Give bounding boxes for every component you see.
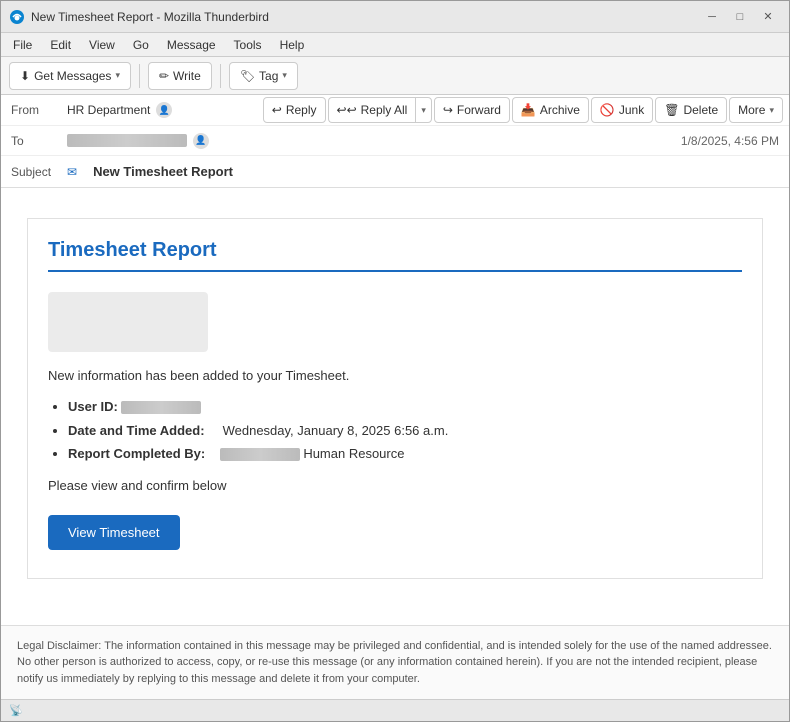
reply-all-icon: ↩↩ — [337, 103, 357, 117]
menu-tools[interactable]: Tools — [226, 36, 270, 54]
report-title: Timesheet Report — [48, 239, 742, 272]
toolbar-separator-2 — [220, 64, 221, 88]
date-time-label: Date and Time Added: — [68, 423, 205, 438]
from-value: HR Department — [67, 103, 150, 117]
delete-icon: 🗑 — [664, 103, 679, 117]
to-value-redacted — [67, 134, 187, 147]
write-icon: ✏ — [159, 69, 169, 83]
email-timestamp: 1/8/2025, 4:56 PM — [681, 134, 789, 148]
reply-label: Reply — [286, 103, 317, 117]
email-icon: ✉ — [67, 165, 77, 179]
menu-go[interactable]: Go — [125, 36, 157, 54]
user-id-item: User ID: — [68, 397, 742, 417]
minimize-button[interactable]: ─ — [699, 7, 725, 27]
confirm-text: Please view and confirm below — [48, 478, 742, 493]
delete-label: Delete — [683, 103, 718, 117]
more-label: More — [738, 103, 765, 117]
reply-all-group: ↩↩ Reply All ▾ — [328, 97, 432, 123]
reply-icon: ↩ — [272, 103, 282, 117]
archive-icon: 📥 — [521, 103, 536, 117]
reply-all-dropdown[interactable]: ▾ — [415, 97, 432, 123]
completed-by-name-redacted — [220, 448, 300, 461]
get-messages-button[interactable]: ⬇ Get Messages ▾ — [9, 62, 131, 90]
junk-icon: 🚫 — [600, 103, 615, 117]
get-messages-label: Get Messages — [34, 69, 111, 83]
write-button[interactable]: ✏ Write — [148, 62, 212, 90]
junk-button[interactable]: 🚫 Junk — [591, 97, 653, 123]
get-messages-icon: ⬇ — [20, 69, 30, 83]
menu-help[interactable]: Help — [272, 36, 313, 54]
close-button[interactable]: ✕ — [755, 7, 781, 27]
company-logo — [48, 292, 208, 352]
delete-button[interactable]: 🗑 Delete — [655, 97, 727, 123]
more-chevron-icon: ▾ — [769, 105, 774, 116]
forward-label: Forward — [457, 103, 501, 117]
subject-row: Subject ✉ New Timesheet Report — [1, 156, 789, 187]
status-bar: 📡 — [1, 699, 789, 721]
date-time-value: Wednesday, January 8, 2025 6:56 a.m. — [223, 423, 449, 438]
reply-all-button[interactable]: ↩↩ Reply All — [328, 97, 416, 123]
from-value-container: HR Department 👤 — [61, 98, 257, 122]
menu-edit[interactable]: Edit — [42, 36, 79, 54]
reply-all-label: Reply All — [361, 103, 408, 117]
menu-view[interactable]: View — [81, 36, 123, 54]
junk-label: Junk — [619, 103, 644, 117]
from-row: From HR Department 👤 ↩ Reply ↩↩ Reply Al… — [1, 95, 789, 126]
app-icon — [9, 9, 25, 25]
email-content-wrapper: RISK.COM Timesheet Report New informatio… — [17, 218, 773, 579]
disclaimer-text: Legal Disclaimer: The information contai… — [17, 640, 772, 685]
main-toolbar: ⬇ Get Messages ▾ ✏ Write 🏷 Tag ▾ — [1, 57, 789, 95]
to-value-container: 👤 — [61, 129, 681, 153]
toolbar-separator-1 — [139, 64, 140, 88]
email-header: From HR Department 👤 ↩ Reply ↩↩ Reply Al… — [1, 95, 789, 188]
to-contact-icon[interactable]: 👤 — [193, 133, 209, 149]
completed-by-label: Report Completed By: — [68, 446, 205, 461]
disclaimer: Legal Disclaimer: The information contai… — [1, 625, 789, 700]
status-icon: 📡 — [9, 704, 23, 717]
from-label: From — [1, 99, 61, 121]
email-body: RISK.COM Timesheet Report New informatio… — [1, 188, 789, 609]
forward-button[interactable]: ↪ Forward — [434, 97, 510, 123]
user-id-value-redacted — [121, 401, 201, 414]
subject-label: Subject — [1, 161, 61, 183]
to-label: To — [1, 130, 61, 152]
user-id-label: User ID: — [68, 399, 118, 414]
date-time-item: Date and Time Added: Wednesday, January … — [68, 421, 742, 441]
email-actions: ↩ Reply ↩↩ Reply All ▾ ↪ Forward — [257, 95, 789, 125]
tag-icon: 🏷 — [240, 69, 255, 83]
forward-icon: ↪ — [443, 103, 453, 117]
intro-text: New information has been added to your T… — [48, 368, 742, 383]
archive-label: Archive — [540, 103, 580, 117]
get-messages-dropdown-icon: ▾ — [115, 70, 120, 81]
menu-message[interactable]: Message — [159, 36, 224, 54]
more-button[interactable]: More ▾ — [729, 97, 783, 123]
view-timesheet-button[interactable]: View Timesheet — [48, 515, 180, 550]
reply-button[interactable]: ↩ Reply — [263, 97, 326, 123]
from-contact-icon[interactable]: 👤 — [156, 102, 172, 118]
window-controls: ─ □ ✕ — [699, 7, 781, 27]
reply-group: ↩ Reply — [263, 97, 326, 123]
menu-file[interactable]: File — [5, 36, 40, 54]
tag-dropdown-icon: ▾ — [282, 70, 287, 81]
to-row: To 👤 1/8/2025, 4:56 PM — [1, 126, 789, 156]
reply-all-chevron-icon: ▾ — [421, 105, 426, 116]
subject-value: New Timesheet Report — [87, 160, 239, 183]
window-title: New Timesheet Report - Mozilla Thunderbi… — [31, 10, 693, 24]
maximize-button[interactable]: □ — [727, 7, 753, 27]
tag-label: Tag — [259, 69, 278, 83]
email-inner: Timesheet Report New information has bee… — [27, 218, 763, 579]
archive-button[interactable]: 📥 Archive — [512, 97, 589, 123]
menu-bar: File Edit View Go Message Tools Help — [1, 33, 789, 57]
subject-value-container: ✉ New Timesheet Report — [61, 156, 789, 187]
email-body-container[interactable]: RISK.COM Timesheet Report New informatio… — [1, 188, 789, 625]
tag-button[interactable]: 🏷 Tag ▾ — [229, 62, 298, 90]
title-bar: New Timesheet Report - Mozilla Thunderbi… — [1, 1, 789, 33]
completed-by-value: Human Resource — [303, 446, 404, 461]
info-list: User ID: Date and Time Added: Wednesday,… — [48, 397, 742, 464]
completed-by-item: Report Completed By: Human Resource — [68, 444, 742, 464]
thunderbird-window: New Timesheet Report - Mozilla Thunderbi… — [0, 0, 790, 722]
write-label: Write — [173, 69, 201, 83]
